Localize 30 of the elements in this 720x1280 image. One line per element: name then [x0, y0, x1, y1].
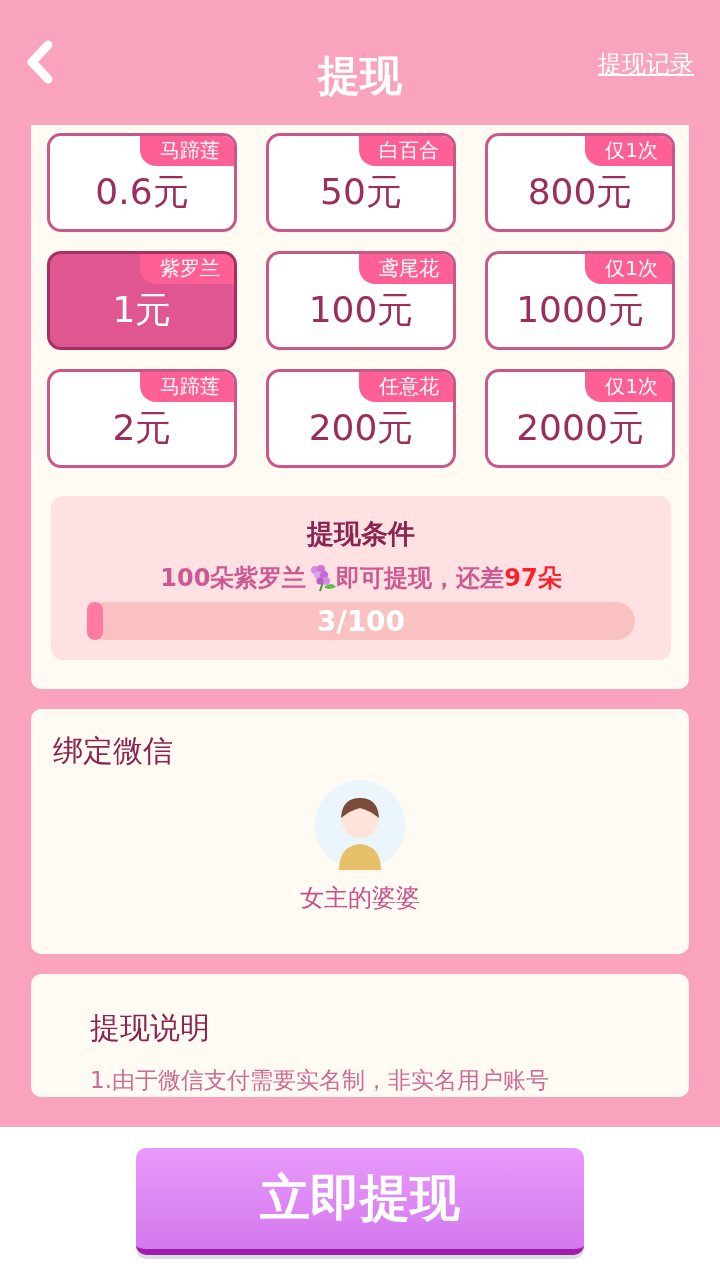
- user-name: 女主的婆婆: [300, 883, 420, 914]
- amount-option[interactable]: 马蹄莲 0.6元: [47, 133, 237, 232]
- condition-text: 即可提现，还差: [336, 563, 505, 594]
- condition-text: 100朵紫罗兰: [160, 563, 307, 594]
- section-title: 绑定微信: [53, 732, 174, 770]
- amount-option[interactable]: 鸢尾花 100元: [266, 251, 456, 350]
- flower-tag: 白百合: [359, 136, 453, 166]
- amount-option[interactable]: 仅1次 1000元: [485, 251, 675, 350]
- flower-tag: 任意花: [359, 372, 453, 402]
- avatar-icon: [315, 780, 405, 870]
- condition-title: 提现条件: [307, 517, 415, 551]
- flower-tag: 仅1次: [585, 254, 672, 284]
- amount-option[interactable]: 仅1次 800元: [485, 133, 675, 232]
- flower-tag: 鸢尾花: [359, 254, 453, 284]
- flower-tag: 紫罗兰: [140, 254, 234, 284]
- section-title: 提现说明: [90, 1009, 211, 1047]
- flower-tag: 马蹄莲: [140, 136, 234, 166]
- amount-option[interactable]: 马蹄莲 2元: [47, 369, 237, 468]
- back-icon[interactable]: [24, 39, 54, 84]
- flower-tag: 仅1次: [585, 136, 672, 166]
- notes-text: 1.由于微信支付需要实名制，非实名用户账号: [90, 1066, 550, 1095]
- progress-text: 3/100: [316, 604, 406, 638]
- amount-option[interactable]: 白百合 50元: [266, 133, 456, 232]
- page-title: 提现: [318, 50, 402, 102]
- flower-tag: 仅1次: [585, 372, 672, 402]
- amount-option[interactable]: 紫罗兰 1元: [47, 251, 237, 350]
- flower-tag: 马蹄莲: [140, 372, 234, 402]
- amount-option[interactable]: 任意花 200元: [266, 369, 456, 468]
- amount-option[interactable]: 仅1次 2000元: [485, 369, 675, 468]
- remaining-count: 97朵: [504, 563, 562, 594]
